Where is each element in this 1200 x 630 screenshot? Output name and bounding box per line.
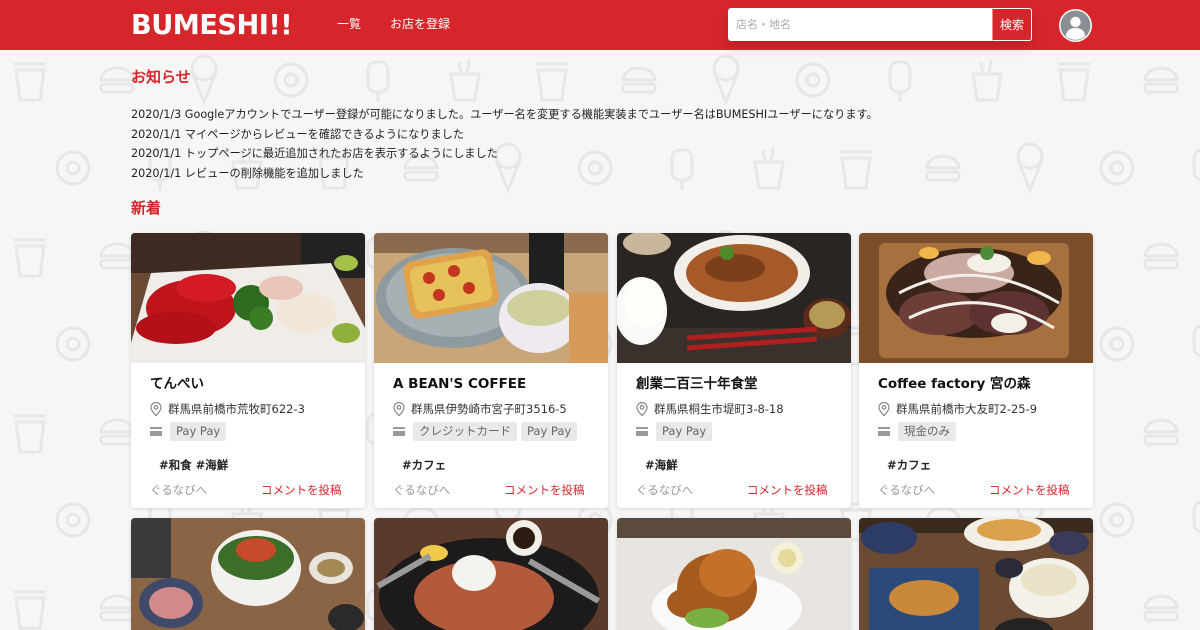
map-pin-icon: [878, 402, 890, 416]
pizza-toast-photo[interactable]: [374, 233, 608, 363]
address-text: 群馬県前橋市大友町2-25-9: [896, 402, 1038, 416]
shop-card[interactable]: Coffee factory 宮の森 群馬県前橋市大友町2-25-9 現金のみ …: [859, 233, 1093, 508]
shop-card[interactable]: [374, 518, 608, 630]
post-comment-link[interactable]: コメントを投稿: [989, 483, 1070, 498]
shop-name[interactable]: Coffee factory 宮の森: [878, 375, 1031, 393]
shop-name[interactable]: A BEAN'S COFFEE: [393, 375, 526, 393]
search-form: 検索: [728, 8, 1032, 41]
post-comment-link[interactable]: コメントを投稿: [747, 483, 828, 498]
shop-name[interactable]: てんぺい: [150, 375, 204, 393]
gurunavi-link[interactable]: ぐるなびへ: [393, 483, 450, 498]
gurunavi-link[interactable]: ぐるなびへ: [150, 483, 207, 498]
address-text: 群馬県伊勢崎市宮子町3516-5: [411, 402, 567, 416]
news-item: 2020/1/1 レビューの削除機能を追加しました: [131, 166, 364, 180]
site-logo[interactable]: BUMESHI!!: [131, 8, 293, 42]
new-arrivals-heading: 新着: [131, 199, 162, 217]
payment-tag: 現金のみ: [898, 422, 956, 441]
user-avatar-icon[interactable]: [1059, 9, 1092, 42]
credit-card-icon: [393, 427, 405, 436]
steak-photo[interactable]: [374, 518, 608, 630]
shop-card[interactable]: [859, 518, 1093, 630]
katsu-set-photo[interactable]: [859, 518, 1093, 630]
credit-card-icon: [150, 427, 162, 436]
news-item: 2020/1/1 トップページに最近追加されたお店を表示するようにしました: [131, 147, 498, 160]
news-list: 2020/1/3 Googleアカウントでユーザー登録が可能になりました。ユーザ…: [131, 105, 1031, 183]
map-pin-icon: [636, 402, 648, 416]
shop-card[interactable]: 創業二百三十年食堂 群馬県桐生市堤町3-8-18 Pay Pay #海鮮 ぐるな…: [617, 233, 851, 508]
shop-card[interactable]: [617, 518, 851, 630]
credit-card-icon: [636, 427, 648, 436]
gurunavi-link[interactable]: ぐるなびへ: [878, 483, 935, 498]
main-content: お知らせ 2020/1/3 Googleアカウントでユーザー登録が可能になりまし…: [0, 50, 1200, 630]
post-comment-link[interactable]: コメントを投稿: [504, 483, 585, 498]
navbar: BUMESHI!! 一覧 お店を登録 検索: [0, 0, 1200, 50]
post-comment-link[interactable]: コメントを投稿: [261, 483, 342, 498]
nav-link-register-shop[interactable]: お店を登録: [390, 16, 450, 32]
news-item: 2020/1/1 マイページからレビューを確認できるようになりました: [131, 127, 465, 141]
sashimi-photo[interactable]: [131, 233, 365, 363]
genre-tags: #和食 #海鮮: [159, 458, 229, 472]
search-input[interactable]: [728, 8, 992, 41]
address-text: 群馬県桐生市堤町3-8-18: [654, 402, 784, 416]
user-silhouette: [1060, 10, 1091, 41]
credit-card-icon: [878, 427, 890, 436]
nav-link-list[interactable]: 一覧: [337, 16, 361, 32]
crepe-dessert-photo[interactable]: [859, 233, 1093, 363]
shop-card[interactable]: [131, 518, 365, 630]
payment-tag: Pay Pay: [656, 422, 713, 441]
gurunavi-link[interactable]: ぐるなびへ: [636, 483, 693, 498]
payment-tag: Pay Pay: [521, 422, 578, 441]
genre-tags: #カフェ: [887, 458, 932, 472]
search-button[interactable]: 検索: [992, 8, 1032, 41]
genre-tags: #海鮮: [645, 458, 678, 472]
news-heading: お知らせ: [131, 68, 191, 86]
shop-card[interactable]: A BEAN'S COFFEE 群馬県伊勢崎市宮子町3516-5 クレジットカー…: [374, 233, 608, 508]
donburi-photo[interactable]: [131, 518, 365, 630]
shop-card[interactable]: てんぺい 群馬県前橋市荒牧町622-3 Pay Pay #和食 #海鮮 ぐるなび…: [131, 233, 365, 508]
payment-tag: Pay Pay: [170, 422, 227, 441]
map-pin-icon: [150, 402, 162, 416]
shop-name[interactable]: 創業二百三十年食堂: [636, 375, 758, 393]
payment-tag: クレジットカード: [413, 422, 517, 441]
map-pin-icon: [393, 402, 405, 416]
address-text: 群馬県前橋市荒牧町622-3: [168, 402, 305, 416]
fried-chicken-photo[interactable]: [617, 518, 851, 630]
genre-tags: #カフェ: [402, 458, 447, 472]
fish-set-meal-photo[interactable]: [617, 233, 851, 363]
news-item: 2020/1/3 Googleアカウントでユーザー登録が可能になりました。ユーザ…: [131, 108, 878, 121]
